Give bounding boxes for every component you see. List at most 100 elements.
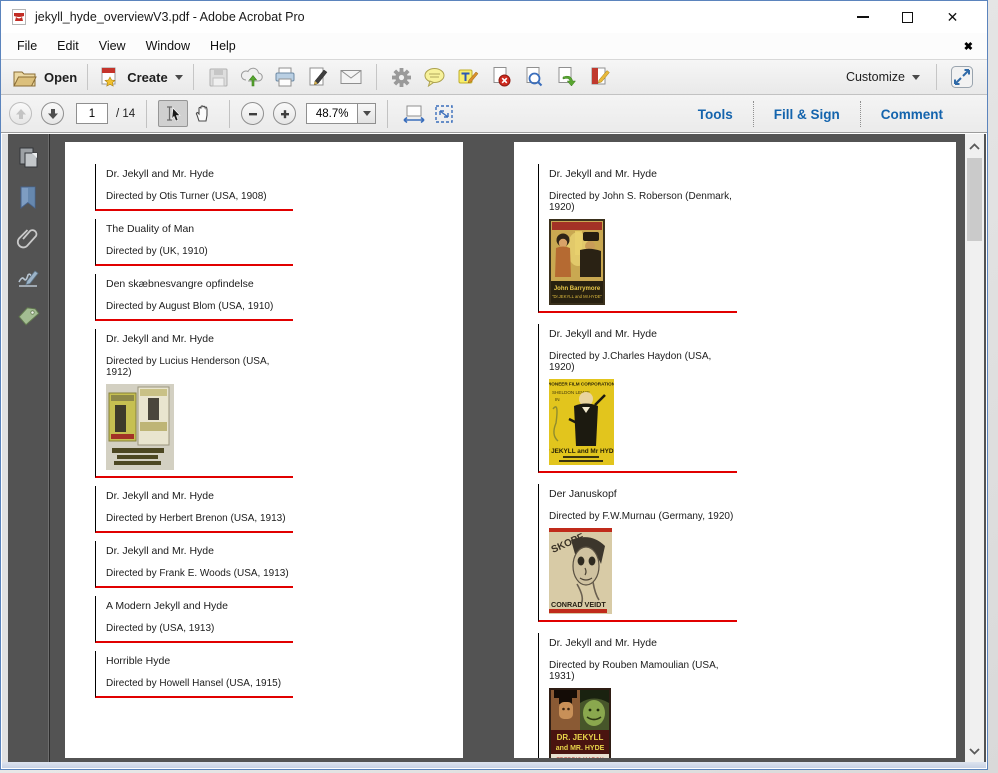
menu-view[interactable]: View xyxy=(99,39,126,53)
movie-poster-henderson-1912 xyxy=(106,384,174,470)
create-button[interactable]: Create xyxy=(98,63,182,91)
toolbar-separator xyxy=(229,100,230,128)
forms-edit-button[interactable] xyxy=(585,63,615,91)
movie-title: Dr. Jekyll and Mr. Hyde xyxy=(549,168,737,180)
pane-divider[interactable] xyxy=(49,134,50,764)
fit-page-button[interactable] xyxy=(429,100,459,127)
fit-page-icon xyxy=(433,104,455,124)
close-button[interactable]: ✕ xyxy=(930,1,975,33)
comment-button[interactable]: Comment xyxy=(861,107,963,122)
comment-bubble-button[interactable] xyxy=(420,63,450,91)
settings-button[interactable] xyxy=(387,63,417,91)
movie-title: Dr. Jekyll and Mr. Hyde xyxy=(549,328,737,340)
document-area: Dr. Jekyll and Mr. Hyde Directed by Otis… xyxy=(2,134,986,764)
highlight-text-button[interactable] xyxy=(453,63,483,91)
cloud-upload-icon xyxy=(240,67,264,88)
movie-entry: Dr. Jekyll and Mr. Hyde Directed by John… xyxy=(538,164,737,313)
menu-window[interactable]: Window xyxy=(146,39,190,53)
movie-director: Directed by (USA, 1913) xyxy=(106,623,293,634)
hand-tool-button[interactable] xyxy=(188,100,218,127)
fullscreen-button[interactable] xyxy=(947,63,977,91)
page-magnifier-icon xyxy=(523,66,545,88)
plus-icon xyxy=(279,108,291,120)
svg-text:FREDRIC MARCH: FREDRIC MARCH xyxy=(556,758,603,759)
menu-file[interactable]: File xyxy=(17,39,37,53)
hand-icon xyxy=(193,104,213,124)
speech-bubble-icon xyxy=(423,67,446,87)
movie-director: Directed by J.Charles Haydon (USA, 1920) xyxy=(549,351,737,373)
movie-title: Dr. Jekyll and Mr. Hyde xyxy=(106,333,293,345)
minimize-button[interactable] xyxy=(840,1,885,33)
fit-width-icon xyxy=(403,104,425,124)
next-page-button[interactable] xyxy=(41,102,64,125)
movie-director: Directed by Rouben Mamoulian (USA, 1931) xyxy=(549,660,737,682)
customize-button[interactable]: Customize xyxy=(846,63,920,91)
scroll-down-button[interactable] xyxy=(965,743,984,760)
scrollbar-thumb[interactable] xyxy=(967,158,982,241)
movie-director: Directed by (UK, 1910) xyxy=(106,246,293,257)
movie-poster-januskopf-1920: SKOPF CONRAD VEIDT xyxy=(549,528,612,614)
zoom-level-input[interactable] xyxy=(306,103,358,124)
movie-entry: Dr. Jekyll and Mr. Hyde Directed by Fran… xyxy=(95,541,293,588)
arrow-up-icon xyxy=(15,108,27,120)
acrobat-window: jekyll_hyde_overviewV3.pdf - Adobe Acrob… xyxy=(0,0,988,770)
fit-width-button[interactable] xyxy=(399,100,429,127)
pdf-page-1: Dr. Jekyll and Mr. Hyde Directed by Otis… xyxy=(65,142,463,758)
movie-entry: Horrible Hyde Directed by Howell Hansel … xyxy=(95,651,293,698)
scroll-up-button[interactable] xyxy=(965,138,984,155)
movie-title: Horrible Hyde xyxy=(106,655,293,667)
bookmarks-icon xyxy=(15,185,41,211)
bookmarks-button[interactable] xyxy=(13,184,43,212)
page-pen-icon xyxy=(307,66,329,88)
maximize-button[interactable] xyxy=(885,1,930,33)
previous-page-button[interactable] xyxy=(9,102,32,125)
tools-button[interactable]: Tools xyxy=(678,107,753,122)
svg-text:PIONEER FILM CORPORATION: PIONEER FILM CORPORATION xyxy=(549,382,614,387)
email-button[interactable] xyxy=(336,63,366,91)
zoom-in-button[interactable] xyxy=(273,102,296,125)
movie-entry: Dr. Jekyll and Mr. Hyde Directed by Herb… xyxy=(95,486,293,533)
share-upload-button[interactable] xyxy=(237,63,267,91)
open-button[interactable]: Open xyxy=(13,63,77,91)
sign-document-button[interactable] xyxy=(303,63,333,91)
page-preview-button[interactable] xyxy=(519,63,549,91)
svg-text:"Dr.JEKYLL and Mr.HYDE": "Dr.JEKYLL and Mr.HYDE" xyxy=(552,294,603,299)
toolbar-separator xyxy=(387,100,388,128)
movie-title: Dr. Jekyll and Mr. Hyde xyxy=(106,490,293,502)
chevron-down-icon xyxy=(969,748,980,755)
select-tool-button[interactable] xyxy=(158,100,188,127)
page-number-input[interactable] xyxy=(76,103,108,124)
zoom-dropdown-button[interactable] xyxy=(358,103,376,124)
window-bottom-frame xyxy=(2,762,986,768)
save-button[interactable] xyxy=(204,63,234,91)
menu-help[interactable]: Help xyxy=(210,39,236,53)
attachments-button[interactable] xyxy=(13,224,43,252)
print-button[interactable] xyxy=(270,63,300,91)
movie-director: Directed by John S. Roberson (Denmark, 1… xyxy=(549,191,737,213)
movie-director: Directed by Howell Hansel (USA, 1915) xyxy=(106,678,293,689)
zoom-out-button[interactable] xyxy=(241,102,264,125)
movie-entry: A Modern Jekyll and Hyde Directed by (US… xyxy=(95,596,293,643)
page-thumbnails-icon xyxy=(15,145,41,171)
menu-edit[interactable]: Edit xyxy=(57,39,79,53)
page-thumbnails-button[interactable] xyxy=(13,144,43,172)
tags-button[interactable] xyxy=(13,304,43,332)
menubar-close-icon[interactable]: ✖ xyxy=(964,40,973,53)
delete-page-button[interactable] xyxy=(486,63,516,91)
svg-text:and MR. HYDE: and MR. HYDE xyxy=(556,745,605,752)
movie-entry: Dr. Jekyll and Mr. Hyde Directed by Otis… xyxy=(95,164,293,211)
movie-title: A Modern Jekyll and Hyde xyxy=(106,600,293,612)
window-title: jekyll_hyde_overviewV3.pdf - Adobe Acrob… xyxy=(35,10,305,24)
save-icon xyxy=(208,67,229,88)
svg-text:Dr JEKYLL and Mr HYDE: Dr JEKYLL and Mr HYDE xyxy=(549,448,614,455)
movie-entry: Dr. Jekyll and Mr. Hyde Directed by J.Ch… xyxy=(538,324,737,473)
highlight-text-icon xyxy=(457,66,479,88)
vertical-scrollbar[interactable] xyxy=(965,134,984,764)
title-bar: jekyll_hyde_overviewV3.pdf - Adobe Acrob… xyxy=(1,1,987,33)
gear-icon xyxy=(391,67,412,88)
fill-sign-button[interactable]: Fill & Sign xyxy=(754,107,860,122)
movie-title: The Duality of Man xyxy=(106,223,293,235)
export-page-button[interactable] xyxy=(552,63,582,91)
signatures-button[interactable] xyxy=(13,264,43,292)
toolbar-separator xyxy=(936,64,937,90)
